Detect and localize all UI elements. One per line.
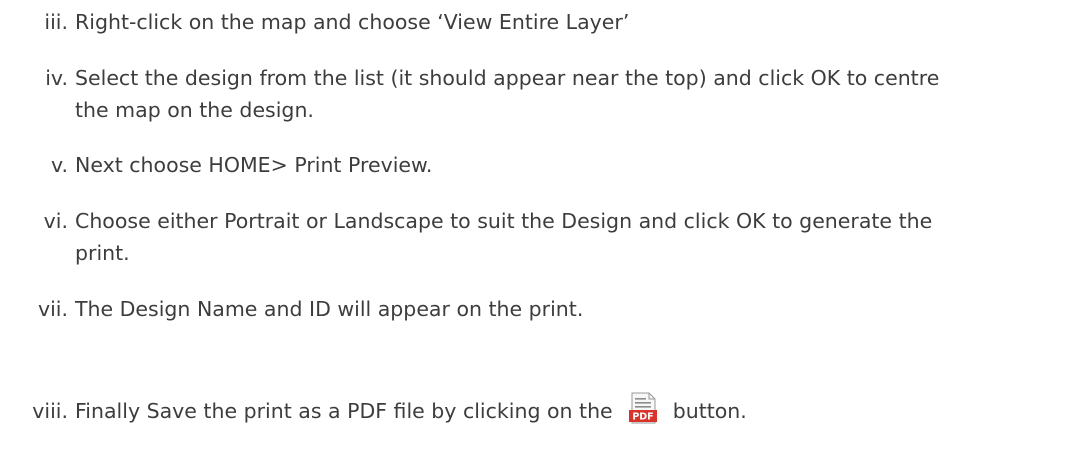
step-text-end: button. <box>672 399 747 423</box>
step-text-continued: the map on the design. <box>75 98 314 122</box>
step-text-continued: print. <box>75 241 130 265</box>
step-text-with-button: Finally Save the print as a PDF file by … <box>75 392 747 427</box>
step-numeral: viii. <box>32 399 68 423</box>
step-numeral: iv. <box>45 66 68 90</box>
pdf-icon[interactable]: PDF <box>625 392 661 424</box>
instruction-document: { "steps": [ { "numeral": "iii.", "lines… <box>0 0 1077 457</box>
step-numeral: vi. <box>43 209 68 233</box>
step-numeral: vii. <box>37 297 68 321</box>
step-text: Choose either Portrait or Landscape to s… <box>75 209 933 233</box>
step-text: Right-click on the map and choose ‘View … <box>75 10 630 34</box>
step-text: The Design Name and ID will appear on th… <box>75 297 584 321</box>
svg-text:PDF: PDF <box>632 412 653 423</box>
step-numeral: iii. <box>44 10 68 34</box>
step-text: Finally Save the print as a PDF file by … <box>75 399 613 423</box>
step-numeral: v. <box>50 153 68 177</box>
step-text: Select the design from the list (it shou… <box>75 66 940 90</box>
step-text: Next choose HOME> Print Preview. <box>75 153 433 177</box>
